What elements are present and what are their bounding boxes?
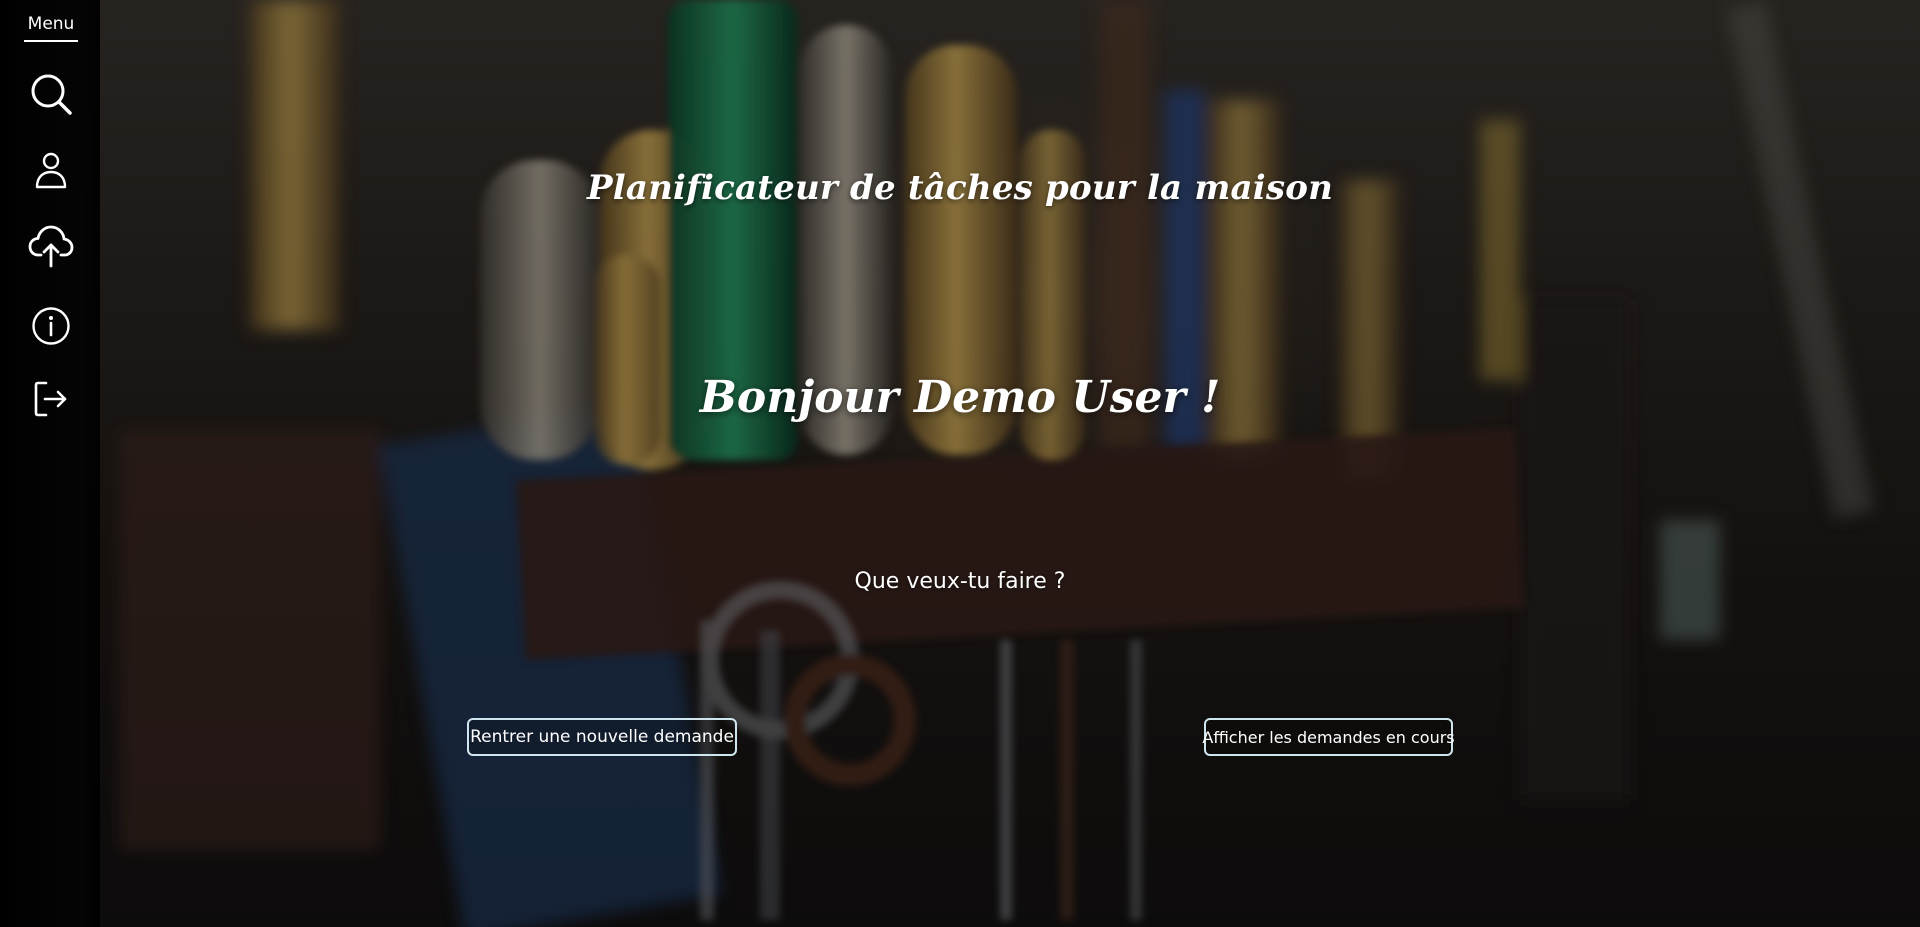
search-icon (29, 72, 73, 120)
sidebar-item-profile[interactable] (25, 146, 77, 198)
sidebar-item-upload[interactable] (25, 222, 77, 274)
question-text: Que veux-tu faire ? (854, 569, 1066, 594)
background-overlay (0, 0, 1920, 927)
new-request-button[interactable]: Rentrer une nouvelle demande (467, 718, 737, 756)
menu-label: Menu (24, 14, 78, 42)
logout-icon (33, 380, 69, 422)
sidebar-item-info[interactable] (25, 302, 77, 354)
sidebar-item-logout[interactable] (25, 375, 77, 427)
show-requests-button[interactable]: Afficher les demandes en cours (1202, 718, 1455, 756)
user-icon (33, 150, 69, 194)
sidebar-item-search[interactable] (25, 70, 77, 122)
sidebar: Menu (0, 0, 100, 927)
info-icon (31, 306, 71, 350)
page: Menu Planificateur de tâches pour la mai… (0, 0, 1920, 927)
page-title: Planificateur de tâches pour la maison (586, 168, 1333, 208)
cloud-upload-icon (28, 224, 74, 272)
greeting-heading: Bonjour Demo User ! (699, 372, 1221, 423)
